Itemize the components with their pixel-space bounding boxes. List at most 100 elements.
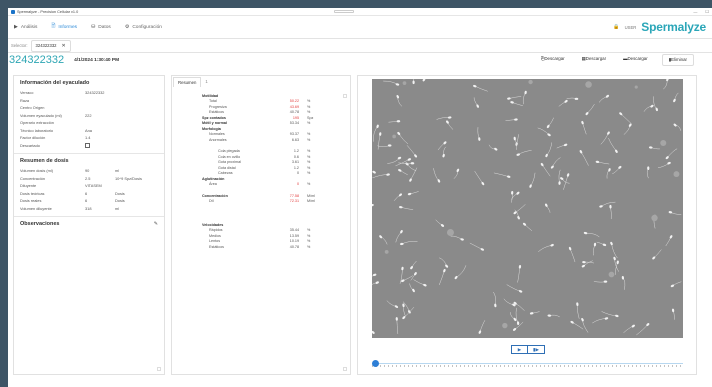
summary-name: Velocidades xyxy=(202,222,224,227)
sperm-head xyxy=(595,160,600,163)
sperm-head xyxy=(673,123,677,127)
delete-button[interactable]: ▮Eliminar xyxy=(661,54,694,66)
sperm-tail xyxy=(377,134,381,150)
dosis-value: 6 xyxy=(85,190,88,196)
window-title: Spermalyze - Precision Cellular v1.0 xyxy=(17,9,79,14)
summary-name: Lentos xyxy=(209,239,221,244)
summary-row: Estáticos 40.78% xyxy=(202,244,342,250)
dosis-value: VITASEM xyxy=(85,183,102,189)
sperm-tail xyxy=(395,231,402,243)
sperm-head xyxy=(540,162,544,167)
play-button[interactable]: ▶ xyxy=(511,345,528,354)
summary-value: 195 xyxy=(292,115,299,120)
dosis-key: Volumen diluyente xyxy=(20,205,52,211)
debris-particle xyxy=(608,271,615,278)
microscopy-image xyxy=(372,79,683,338)
tab-datos[interactable]: ⛁ Datos xyxy=(91,24,111,30)
sperm-head xyxy=(615,314,619,318)
resize-handle[interactable] xyxy=(157,367,161,371)
user-label[interactable]: USER xyxy=(625,25,637,30)
sperm-head xyxy=(372,204,374,207)
summary-unit: % xyxy=(307,171,311,176)
timeline-slider[interactable] xyxy=(372,360,683,368)
summary-unit: % xyxy=(307,154,311,159)
gear-icon: ⚙ xyxy=(124,24,130,30)
debris-particle xyxy=(585,81,592,88)
dosis-value: 90 xyxy=(85,168,90,174)
sperm-head xyxy=(398,193,402,197)
edit-icon[interactable]: ✎ xyxy=(154,221,158,227)
database-icon: ⛁ xyxy=(91,24,96,30)
sperm-tail xyxy=(620,113,632,124)
drag-handle[interactable] xyxy=(334,10,354,13)
tab-informes[interactable]: 🗎 Informes xyxy=(51,23,77,31)
info-row: Factor dilución 1.4 xyxy=(20,134,158,142)
download-button-1[interactable]: ⎘Descargar xyxy=(538,54,568,66)
sperm-head xyxy=(514,118,518,121)
minimize-icon[interactable]: — xyxy=(693,9,697,14)
sperm-head xyxy=(445,264,449,268)
info-key: Descartado xyxy=(20,142,40,148)
selector-chip[interactable]: 324322332 ✕ xyxy=(30,39,71,52)
sperm-tail xyxy=(515,307,519,324)
sperm-head xyxy=(456,168,460,173)
sperm-tail xyxy=(372,126,378,142)
sperm-tail xyxy=(436,117,450,120)
sperm-head xyxy=(410,162,415,165)
sperm-head xyxy=(443,141,447,145)
sperm-tail xyxy=(615,262,618,275)
tab-configuracion[interactable]: ⚙ Configuración xyxy=(125,24,162,30)
sperm-head xyxy=(402,303,405,308)
download-button-2[interactable]: ▦Descargar xyxy=(579,54,609,66)
sperm-head xyxy=(379,132,382,136)
tab-analisis[interactable]: ▶ Análisis xyxy=(14,24,37,30)
summary-value: 53.34 xyxy=(289,121,299,126)
sperm-head xyxy=(604,317,609,320)
info-row: Volumen eyaculado (ml) 222 xyxy=(20,112,158,120)
summary-unit: % xyxy=(307,165,311,170)
sperm-head xyxy=(423,283,427,287)
sperm-tail xyxy=(530,172,536,187)
sperm-tail xyxy=(396,318,399,334)
dosis-row: Dosis reales 6 Dosis xyxy=(20,197,158,205)
summary-name: Spz contados xyxy=(202,115,226,120)
discarded-checkbox[interactable] xyxy=(85,143,90,148)
summary-name: Morfología xyxy=(202,126,221,131)
lock-icon[interactable]: 🔒 xyxy=(613,24,619,30)
summary-row: Anormales 6.63% xyxy=(202,137,342,143)
summary-unit: M/ml xyxy=(307,193,315,198)
info-value: 324322332 xyxy=(85,90,105,96)
sperm-tail xyxy=(571,322,584,330)
sperm-head xyxy=(650,104,654,108)
sperm-head xyxy=(494,303,497,308)
download-button-3[interactable]: ▬Descargar xyxy=(620,54,651,66)
summary-value: 72.31 xyxy=(289,199,299,204)
maximize-icon[interactable]: ☐ xyxy=(705,9,709,14)
sperm-head xyxy=(473,84,477,88)
sperm-head xyxy=(414,272,417,276)
info-key: Verraco xyxy=(20,90,34,96)
info-row: Raza xyxy=(20,97,158,105)
summary-unit: % xyxy=(307,99,311,104)
dosis-row: Volumen dosis (ml) 90 ml xyxy=(20,167,158,175)
info-row: Verraco 324322332 xyxy=(20,89,158,97)
sperm-head xyxy=(529,312,534,315)
info-row: Centro Origen xyxy=(20,104,158,112)
summary-value: 93.37 xyxy=(289,132,299,137)
sperm-head xyxy=(610,241,613,246)
close-icon[interactable]: ✕ xyxy=(62,43,66,49)
sperm-head xyxy=(568,246,572,251)
summary-unit: % xyxy=(307,132,311,137)
summary-row: Cola plegada 1.2% xyxy=(202,149,342,155)
sperm-tail xyxy=(653,96,657,110)
summary-row: Cabezas 0% xyxy=(202,171,342,177)
debris-particle xyxy=(392,134,396,139)
resize-handle[interactable] xyxy=(343,367,347,371)
debris-particle xyxy=(634,85,638,89)
scroll-indicator[interactable] xyxy=(343,94,347,98)
sperm-head xyxy=(603,280,608,283)
tab-1[interactable]: 1 xyxy=(201,77,211,87)
slider-knob[interactable] xyxy=(372,360,379,367)
tab-resumen[interactable]: Resumen xyxy=(173,77,202,87)
step-forward-button[interactable]: ▮▶ xyxy=(528,345,545,354)
